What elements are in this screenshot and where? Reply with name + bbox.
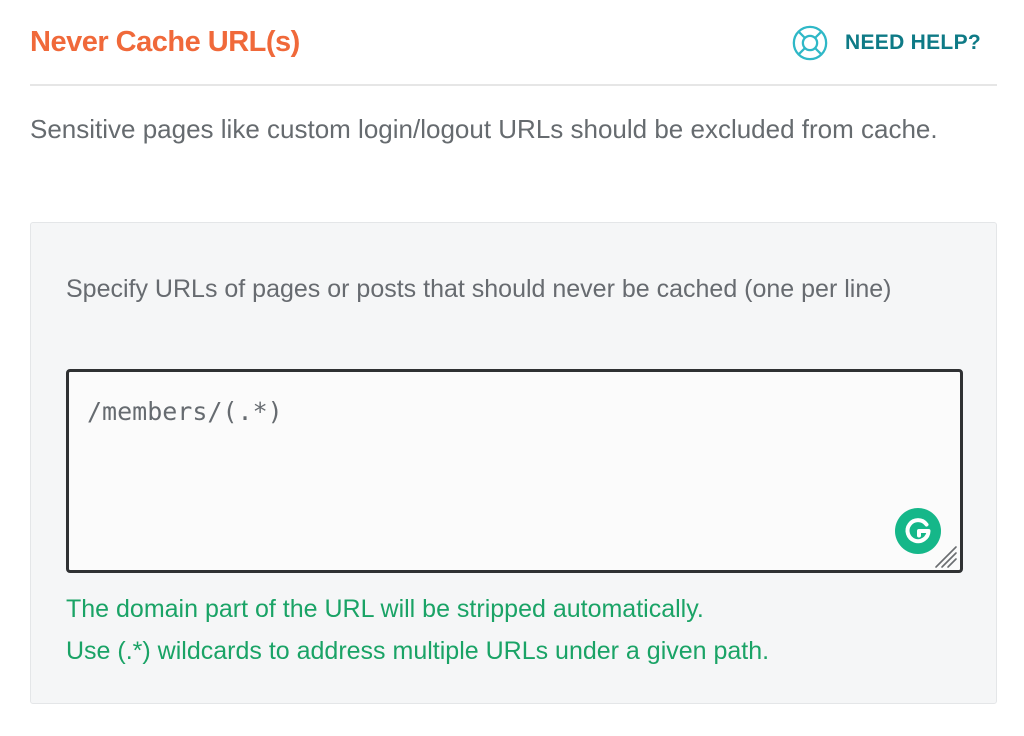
section-title: Never Cache URL(s) bbox=[30, 26, 300, 58]
never-cache-urls-label: Specify URLs of pages or posts that shou… bbox=[66, 275, 892, 303]
need-help-link[interactable]: NEED HELP? bbox=[791, 24, 981, 62]
hint-wildcards: Use (.*) wildcards to address multiple U… bbox=[66, 637, 770, 665]
section-description: Sensitive pages like custom login/logout… bbox=[30, 114, 938, 144]
resize-handle-icon[interactable] bbox=[932, 543, 958, 569]
hint-domain-stripped: The domain part of the URL will be strip… bbox=[66, 595, 704, 623]
settings-panel: Specify URLs of pages or posts that shou… bbox=[30, 222, 997, 704]
section-header: Never Cache URL(s) NEED HELP? bbox=[30, 0, 997, 86]
lifebuoy-icon bbox=[792, 25, 828, 61]
never-cache-urls-textarea[interactable]: /members/(.*) bbox=[66, 369, 963, 573]
need-help-label: NEED HELP? bbox=[844, 31, 981, 54]
